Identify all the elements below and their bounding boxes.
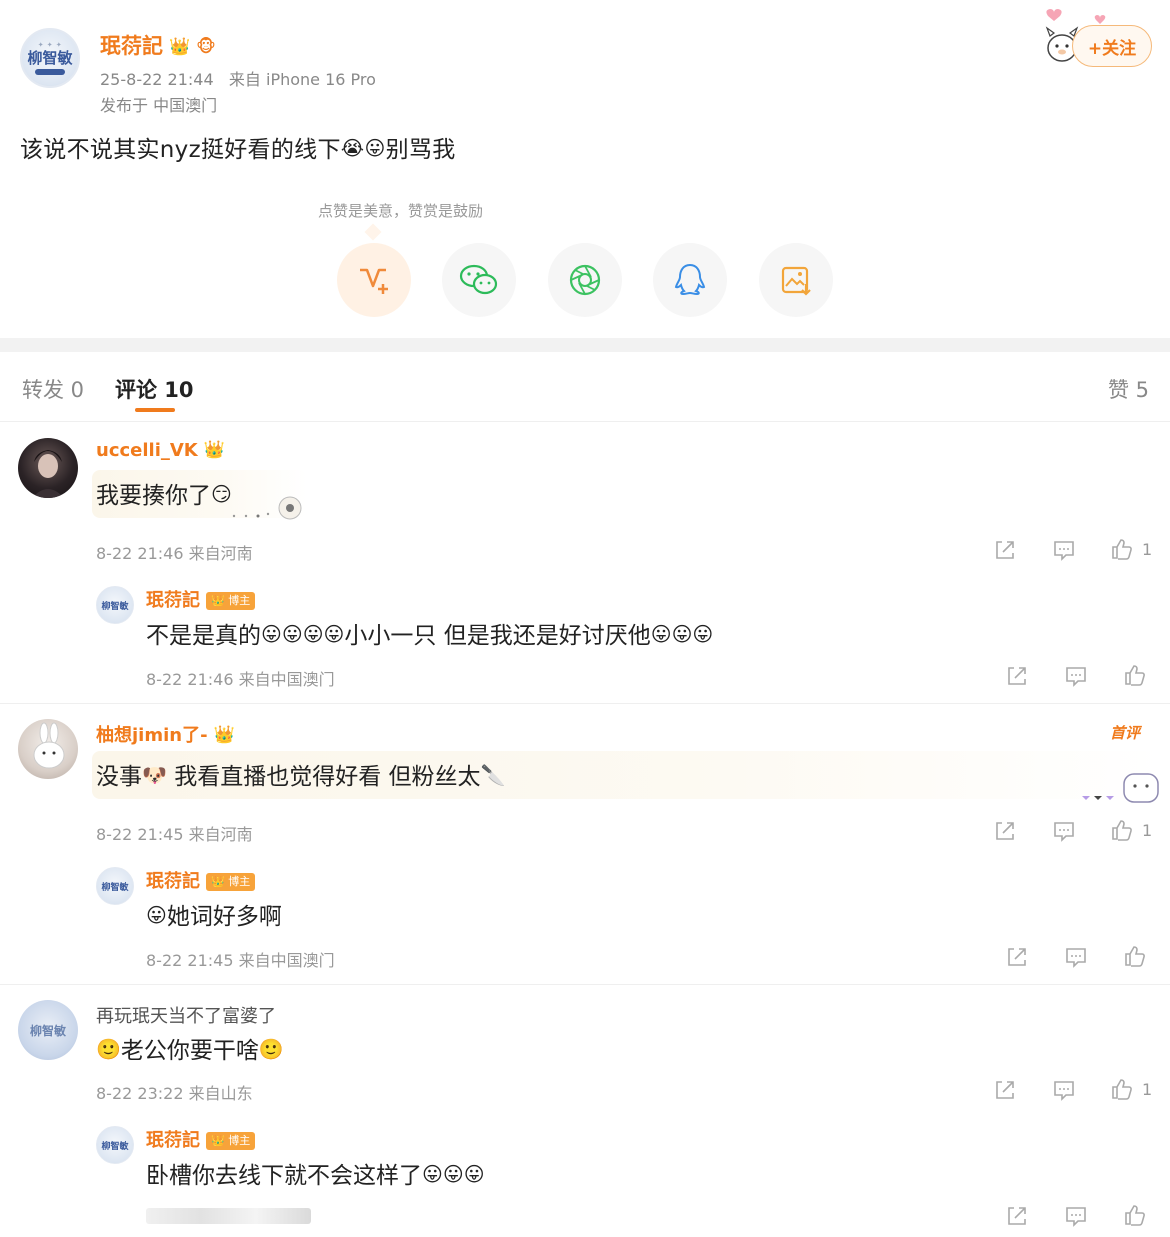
like-count: 1 (1142, 540, 1153, 559)
first-comment-tag: 首评 (1110, 724, 1141, 742)
reply-author-name[interactable]: 珉葕記 👑 博主 (146, 867, 256, 893)
commenter-avatar[interactable] (18, 719, 78, 779)
comment-icon[interactable] (1064, 664, 1088, 688)
save-image-icon (781, 266, 811, 296)
crown-badge-icon: 👑 (213, 725, 235, 745)
active-tab-indicator (135, 408, 175, 412)
tongue-emoji-icon: 😛 (146, 903, 167, 927)
reply-avatar[interactable]: 柳智敏 (96, 1126, 134, 1164)
tongue-emoji-icon: 😛😛😛😛 (261, 622, 345, 646)
save-image-button[interactable] (759, 243, 833, 317)
author-avatar[interactable]: ✦ ✦ ✦ 柳智敏 (20, 28, 80, 88)
qq-icon (674, 263, 706, 296)
comment-separator (0, 703, 1170, 704)
blogger-badge: 👑 博主 (206, 592, 256, 610)
tab-comments[interactable]: 评论 10 (115, 374, 194, 404)
post-content: 该说不说其实nyz挺好看的线下😭😛别骂我 (20, 136, 456, 163)
reply-meta-blurred (146, 1208, 311, 1224)
reply-avatar[interactable]: 柳智敏 (96, 586, 134, 624)
comment-separator (0, 984, 1170, 985)
tongue-emoji-icon: 😛😛😛 (650, 622, 714, 646)
comment-text: 🙂老公你要干啥🙂 (96, 1037, 284, 1064)
crying-emoji-icon: 😭 (340, 136, 365, 160)
section-divider (0, 338, 1170, 352)
commenter-name[interactable]: 再玩珉天当不了富婆了 (96, 1002, 276, 1028)
tongue-emoji-icon: 😛 (364, 136, 386, 160)
reply-meta: 8-22 21:46 来自中国澳门 (146, 670, 335, 689)
tab-repost[interactable]: 转发 0 (22, 374, 84, 404)
reply-text: 不是是真的😛😛😛😛小小一只 但是我还是好讨厌他😛😛😛 (146, 622, 714, 649)
weibo-post: ✦ ✦ ✦ 柳智敏 珉葕記 👑 🐵 25-8-22 21:44 来自 iPhone … (0, 0, 1170, 338)
crown-badge-icon: 👑 (169, 37, 191, 57)
like-count: 1 (1142, 821, 1153, 840)
comment-icon[interactable] (1052, 1078, 1076, 1102)
commenter-name[interactable]: 柚想jimin了- 👑 (96, 721, 235, 747)
comment-text: 没事🐶 我看直播也觉得好看 但粉丝太🔪 (96, 763, 506, 790)
like-icon[interactable] (1123, 944, 1147, 968)
reward-tip: 点赞是美意，赞赏是鼓励 (318, 202, 484, 220)
commenter-avatar[interactable]: 柳智敏 (18, 1000, 78, 1060)
knife-emoji-icon: 🔪 (480, 763, 506, 787)
post-location: 发布于 中国澳门 (100, 96, 218, 115)
reward-button[interactable] (337, 243, 411, 317)
smile-emoji-icon: 🙂 (258, 1037, 284, 1061)
share-moments-button[interactable] (548, 243, 622, 317)
reply-author-name[interactable]: 珉葕記 👑 博主 (146, 586, 256, 612)
share-qq-button[interactable] (653, 243, 727, 317)
share-icon[interactable] (1005, 664, 1029, 688)
comment-icon[interactable] (1064, 1204, 1088, 1228)
commenter-name[interactable]: uccelli_VK 👑 (96, 440, 225, 461)
tongue-emoji-icon: 😛😛😛 (422, 1162, 485, 1186)
post-meta: 25-8-22 21:44 来自 iPhone 16 Pro (100, 70, 376, 89)
blogger-badge: 👑 博主 (206, 873, 256, 891)
reply-text: 卧槽你去线下就不会这样了😛😛😛 (146, 1162, 485, 1189)
reply-author-name[interactable]: 珉葕記 👑 博主 (146, 1126, 256, 1152)
share-icon[interactable] (1005, 945, 1029, 969)
comment-icon[interactable] (1052, 819, 1076, 843)
comment-meta: 8-22 23:22 来自山东 (96, 1084, 253, 1103)
like-icon[interactable] (1110, 537, 1134, 561)
comment-icon[interactable] (1052, 538, 1076, 562)
share-icon[interactable] (1005, 1204, 1029, 1228)
share-icon[interactable] (993, 1078, 1017, 1102)
reply-avatar[interactable]: 柳智敏 (96, 867, 134, 905)
bunny-avatar-icon (33, 722, 65, 769)
share-icon[interactable] (993, 819, 1017, 843)
blogger-badge: 👑 博主 (206, 1132, 256, 1150)
reward-v-plus-icon (360, 268, 388, 294)
comment-text: 我要揍你了😏 (96, 482, 232, 509)
like-icon[interactable] (1123, 1203, 1147, 1227)
fan-badge-icon: 🐵 (196, 37, 216, 57)
reply-text: 😛她词好多啊 (146, 903, 282, 930)
avatar-photo-icon (32, 450, 64, 498)
moments-icon (569, 264, 601, 296)
wechat-icon (459, 264, 498, 295)
like-icon[interactable] (1123, 663, 1147, 687)
bubble-ornament-icon (1082, 773, 1159, 803)
interaction-tabs: 转发 0 评论 10 赞 5 (0, 352, 1170, 422)
share-icon[interactable] (993, 538, 1017, 562)
comment-icon[interactable] (1064, 945, 1088, 969)
comment-meta: 8-22 21:46 来自河南 (96, 544, 253, 563)
like-icon[interactable] (1110, 1077, 1134, 1101)
reply-meta: 8-22 21:45 来自中国澳门 (146, 951, 335, 970)
reward-tip-arrow (364, 223, 382, 241)
dog-emoji-icon: 🐶 (142, 763, 167, 787)
commenter-avatar[interactable] (18, 438, 78, 498)
like-count: 1 (1142, 1080, 1153, 1099)
share-wechat-button[interactable] (442, 243, 516, 317)
bubble-ornament-icon (232, 496, 302, 520)
crown-badge-icon: 👑 (203, 440, 225, 460)
tab-likes[interactable]: 赞 5 (1108, 374, 1149, 404)
like-icon[interactable] (1110, 818, 1134, 842)
author-name[interactable]: 珉葕記 👑 🐵 (100, 30, 216, 60)
smile-emoji-icon: 🙂 (96, 1037, 121, 1061)
follow-button[interactable]: +关注 (1072, 25, 1152, 67)
comment-meta: 8-22 21:45 来自河南 (96, 825, 253, 844)
